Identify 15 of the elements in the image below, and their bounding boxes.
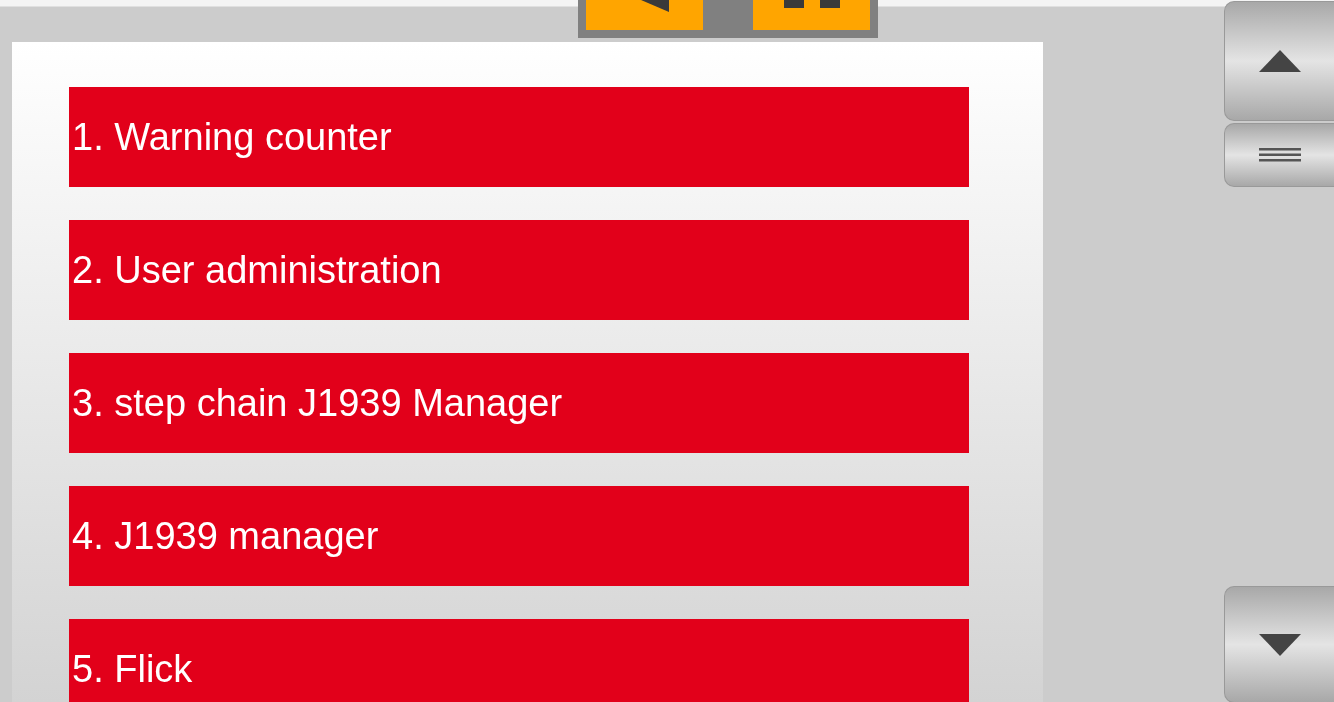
back-button[interactable] <box>586 0 703 30</box>
triangle-icon <box>640 0 669 12</box>
scroll-up-button[interactable] <box>1224 1 1334 121</box>
menu-item[interactable]: 5. Flick <box>69 619 969 702</box>
scroll-thumb[interactable] <box>1224 123 1334 187</box>
scroll-down-button[interactable] <box>1224 586 1334 702</box>
menu-item[interactable]: 2. User administration <box>69 220 969 320</box>
down-arrow-icon <box>1258 633 1301 656</box>
grip-icon <box>1258 148 1301 162</box>
menu-item[interactable]: 1. Warning counter <box>69 87 969 187</box>
pause-button[interactable] <box>753 0 870 30</box>
up-arrow-icon <box>1258 50 1301 72</box>
menu-item[interactable]: 3. step chain J1939 Manager <box>69 353 969 453</box>
menu-item[interactable]: 4. J1939 manager <box>69 486 969 586</box>
pause-icon <box>781 0 842 8</box>
